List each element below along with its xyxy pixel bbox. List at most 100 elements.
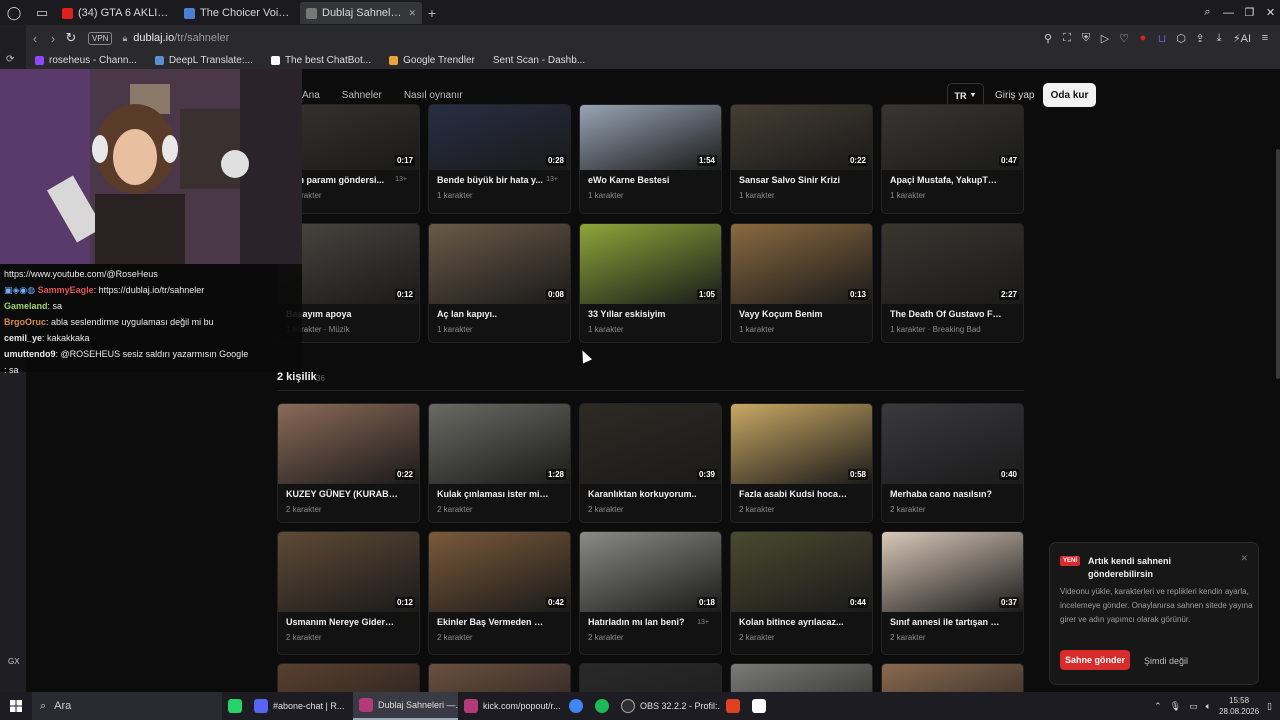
taskbar-discord[interactable]: #abone-chat | R... <box>248 692 353 720</box>
chevron-up-icon[interactable]: ⌃ <box>1154 701 1162 712</box>
taskbar-browser-kick[interactable]: kick.com/popout/r... <box>458 692 563 720</box>
history-icon[interactable]: ⟳ <box>6 54 14 65</box>
screenshot-icon[interactable]: ⛶ <box>1060 31 1074 45</box>
new-tab-button[interactable]: + <box>422 5 442 21</box>
back-button[interactable]: ‹ <box>26 31 44 46</box>
scene-thumbnail <box>731 664 872 692</box>
vpn-badge[interactable]: VPN <box>88 31 113 45</box>
scene-card[interactable]: 0:13 Vayy Koçum Benim 1 karakter <box>730 223 873 343</box>
heart-icon[interactable]: ♡ <box>1117 31 1131 45</box>
shield-icon[interactable]: ⛨ <box>1079 31 1093 45</box>
scene-card[interactable]: 0:47 Apaçi Mustafa, YakupTV'ye sa... 1 kar… <box>881 104 1024 214</box>
deepl-icon <box>154 55 164 65</box>
scene-card[interactable]: 0:39 Karanlıktan korkuyorum.. 2 karakter <box>579 403 722 523</box>
share-icon[interactable]: ⇪ <box>1193 31 1207 45</box>
forward-button[interactable]: › <box>44 31 62 46</box>
opera-logo-icon[interactable]: ◯ <box>0 0 28 25</box>
windows-start-icon[interactable] <box>0 692 32 720</box>
scene-card[interactable] <box>579 663 722 692</box>
scene-card[interactable]: 0:18 Hatırladın mı lan beni? 13+ 2 karakter <box>579 531 722 655</box>
taskbar-chrome[interactable] <box>563 692 589 720</box>
notification-icon[interactable]: ▯ <box>1267 701 1272 712</box>
volume-icon[interactable]: 🔈︎ <box>1206 701 1211 712</box>
taskbar-search[interactable]: ⌕ Ara <box>32 692 222 720</box>
scene-card[interactable]: 0:40 Merhaba cano nasılsın? 2 karakter <box>881 403 1024 523</box>
scene-card[interactable]: 0:22 Sansar Salvo Sinir Krizi 1 karakter <box>730 104 873 214</box>
dublaj-icon <box>306 7 317 19</box>
tab-dublaj[interactable]: Dublaj Sahneleri — Sesien...✕ <box>300 2 422 24</box>
close-tab-icon[interactable]: ✕ <box>408 8 416 19</box>
restore-button[interactable]: ❐ <box>1240 0 1259 25</box>
extension-u-icon[interactable]: ⊔ <box>1155 31 1169 45</box>
scene-card[interactable]: 0:42 Ekinler Baş Vermeden Kör Buz... 2 kar… <box>428 531 571 655</box>
scene-card[interactable] <box>428 663 571 692</box>
scene-card[interactable] <box>881 663 1024 692</box>
search-icon[interactable]: ⌕ <box>1198 0 1217 25</box>
bookmark-item[interactable]: Sent Scan - Dashb... <box>493 55 585 66</box>
submit-scene-button[interactable]: Sahne gönder <box>1060 650 1130 670</box>
scene-card[interactable]: 0:12 Usmanım Nereye Gidersin 2 karakter <box>277 531 420 655</box>
scene-title: Sınıf annesi ile tartışan çocuk <box>890 617 1002 627</box>
page-scrollbar[interactable] <box>1276 149 1280 379</box>
login-link[interactable]: Giriş yap <box>995 90 1034 101</box>
bookmark-item[interactable]: The best ChatBot... <box>270 55 371 66</box>
clock[interactable]: 15:58 28.08.2026 <box>1219 695 1259 717</box>
taskbar-capcut[interactable] <box>746 692 772 720</box>
scene-duration: 1:54 <box>696 155 717 166</box>
scene-card[interactable]: 2:27 The Death Of Gustavo Fring 1 karakter… <box>881 223 1024 343</box>
scene-thumbnail: 0:18 <box>580 532 721 612</box>
scene-thumbnail: 0:22 <box>731 105 872 170</box>
taskbar-obs[interactable]: OBS 32.2.2 - Profil:... <box>615 692 720 720</box>
nav-link-howto[interactable]: Nasıl oynanır <box>404 90 463 101</box>
record-icon[interactable]: ● <box>1136 31 1150 45</box>
puzzle-icon[interactable]: ⬡ <box>1174 31 1188 45</box>
close-window-button[interactable]: ✕ <box>1261 0 1280 25</box>
browser-tabbar: ◯ ▭ (34) GTA 6 AKLIMI ALDI! İ... The Cho… <box>0 0 1280 25</box>
taskbar-app[interactable] <box>720 692 746 720</box>
bookmark-item[interactable]: roseheus - Chann... <box>35 55 137 66</box>
obs-icon <box>621 699 635 713</box>
scene-title: The Death Of Gustavo Fring <box>890 309 1002 319</box>
network-icon[interactable]: ▭ <box>1189 701 1198 712</box>
play-icon[interactable]: ▷ <box>1098 31 1112 45</box>
taskbar-browser-dublaj[interactable]: Dublaj Sahneleri —... <box>353 692 458 720</box>
scene-meta: 2 karakter <box>588 505 624 514</box>
menu-icon[interactable]: ≡ <box>1258 31 1272 45</box>
scene-card[interactable]: 0:37 Sınıf annesi ile tartışan çocuk 2 kar… <box>881 531 1024 655</box>
tab-choicer[interactable]: The Choicer Voicer - Play G... <box>178 2 300 24</box>
nav-link-scenes[interactable]: Sahneler <box>342 90 382 101</box>
scene-card[interactable]: 1:54 eWo Karne Bestesi 1 karakter <box>579 104 722 214</box>
download-icon[interactable]: ⤓ <box>1212 31 1226 45</box>
tab-youtube[interactable]: (34) GTA 6 AKLIMI ALDI! İ... <box>56 2 178 24</box>
reload-button[interactable]: ↻ <box>62 30 80 46</box>
taskbar-spotify[interactable] <box>589 692 615 720</box>
scene-card[interactable] <box>277 663 420 692</box>
scene-meta: 1 karakter <box>588 191 624 200</box>
bookmark-item[interactable]: DeepL Translate:... <box>154 55 253 66</box>
tab-switcher-icon[interactable]: ▭ <box>28 0 56 25</box>
dismiss-button[interactable]: Şimdi değil <box>1144 656 1188 666</box>
pin-icon[interactable]: ⚲ <box>1041 31 1055 45</box>
nav-link-home[interactable]: Ana <box>302 90 320 101</box>
microphone-icon[interactable]: 🎙︎ <box>1170 701 1181 712</box>
bookmark-item[interactable]: Google Trendler <box>389 55 475 66</box>
close-icon[interactable]: ✕ <box>1240 553 1248 564</box>
scene-card[interactable]: 0:22 KUZEY GÜNEY (KURABİYE VA... 2 karakte… <box>277 403 420 523</box>
url-field[interactable]: 🔒︎ dublaj.io/tr/sahneler <box>122 32 229 44</box>
scene-card[interactable]: 1:28 Kulak çınlaması ister misin ho... 2 k… <box>428 403 571 523</box>
ai-icon[interactable]: ⚡︎AI <box>1231 31 1253 45</box>
taskbar-whatsapp[interactable] <box>222 692 248 720</box>
scene-card[interactable]: 0:58 Fazla asabi Kudsi hocayla "NE... 2 ka… <box>730 403 873 523</box>
scene-card[interactable]: 0:28 Bende büyük bir hata y... 13+ 1 karakt… <box>428 104 571 214</box>
site-nav: Ana Sahneler Nasıl oynanır <box>302 90 463 101</box>
scene-meta: 2 karakter <box>890 505 926 514</box>
scene-card[interactable]: 0:44 Kolan bitince ayrılacaz... 2 karakter <box>730 531 873 655</box>
scene-card[interactable]: 1:05 33 Yıllar eskisiyim 1 karakter <box>579 223 722 343</box>
youtube-icon <box>62 7 73 19</box>
minimize-button[interactable]: — <box>1219 0 1238 25</box>
app-icon <box>726 699 740 713</box>
scene-card[interactable]: 0:08 Aç lan kapıyı.. 1 karakter <box>428 223 571 343</box>
scene-thumbnail <box>580 664 721 692</box>
scene-card[interactable] <box>730 663 873 692</box>
create-room-button[interactable]: Oda kur <box>1043 83 1096 107</box>
